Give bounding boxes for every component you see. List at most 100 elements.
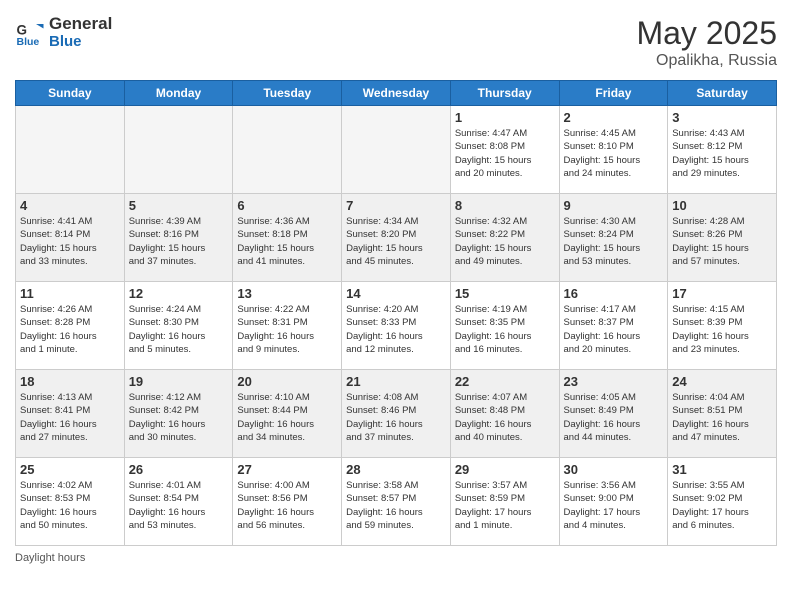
svg-text:G: G xyxy=(17,22,28,37)
logo-general: General xyxy=(49,15,112,34)
cal-cell: 7 Sunrise: 4:34 AM Sunset: 8:20 PM Daylig… xyxy=(342,194,451,282)
cal-cell xyxy=(342,106,451,194)
cal-cell: 2Sunrise: 4:45 AM Sunset: 8:10 PM Daylig… xyxy=(559,106,668,194)
day-header-thursday: Thursday xyxy=(450,81,559,106)
day-header-tuesday: Tuesday xyxy=(233,81,342,106)
cal-cell: 24 Sunrise: 4:04 AM Sunset: 8:51 PM Dayli… xyxy=(668,370,777,458)
cal-cell: 9Sunrise: 4:30 AM Sunset: 8:24 PM Daylig… xyxy=(559,194,668,282)
cell-info: Sunrise: 4:22 AM Sunset: 8:31 PM Dayligh… xyxy=(237,303,337,356)
cal-cell: 22 Sunrise: 4:07 AM Sunset: 8:48 PM Dayli… xyxy=(450,370,559,458)
cell-info: Sunrise: 3:56 AM Sunset: 9:00 PM Dayligh… xyxy=(564,479,664,532)
cell-info: Sunrise: 4:43 AM Sunset: 8:12 PM Dayligh… xyxy=(672,127,772,180)
day-number: 12 xyxy=(129,286,229,301)
day-number: 22 xyxy=(455,374,555,389)
cell-info: Sunrise: 4:10 AM Sunset: 8:44 PM Dayligh… xyxy=(237,391,337,444)
day-number: 11 xyxy=(20,286,120,301)
day-number: 15 xyxy=(455,286,555,301)
cell-info: Sunrise: 4:24 AM Sunset: 8:30 PM Dayligh… xyxy=(129,303,229,356)
cal-cell: 10 Sunrise: 4:28 AM Sunset: 8:26 PM Dayli… xyxy=(668,194,777,282)
footer-note: Daylight hours xyxy=(15,552,777,564)
day-header-wednesday: Wednesday xyxy=(342,81,451,106)
cell-info: Sunrise: 4:32 AM Sunset: 8:22 PM Dayligh… xyxy=(455,215,555,268)
day-header-saturday: Saturday xyxy=(668,81,777,106)
day-number: 23 xyxy=(564,374,664,389)
cell-info: Sunrise: 4:28 AM Sunset: 8:26 PM Dayligh… xyxy=(672,215,772,268)
title-block: May 2025 Opalikha, Russia xyxy=(636,15,777,70)
day-number: 24 xyxy=(672,374,772,389)
cal-cell xyxy=(16,106,125,194)
cal-cell: 13 Sunrise: 4:22 AM Sunset: 8:31 PM Dayli… xyxy=(233,282,342,370)
day-number: 6 xyxy=(237,198,337,213)
day-header-sunday: Sunday xyxy=(16,81,125,106)
day-number: 2 xyxy=(564,110,664,125)
day-number: 13 xyxy=(237,286,337,301)
day-number: 17 xyxy=(672,286,772,301)
cell-info: Sunrise: 4:05 AM Sunset: 8:49 PM Dayligh… xyxy=(564,391,664,444)
cal-cell: 14 Sunrise: 4:20 AM Sunset: 8:33 PM Dayli… xyxy=(342,282,451,370)
day-number: 27 xyxy=(237,462,337,477)
day-number: 7 xyxy=(346,198,446,213)
cal-cell: 20 Sunrise: 4:10 AM Sunset: 8:44 PM Dayli… xyxy=(233,370,342,458)
day-number: 26 xyxy=(129,462,229,477)
cal-cell: 4Sunrise: 4:41 AM Sunset: 8:14 PM Daylig… xyxy=(16,194,125,282)
cal-cell xyxy=(233,106,342,194)
day-number: 1 xyxy=(455,110,555,125)
day-header-friday: Friday xyxy=(559,81,668,106)
cal-cell: 18 Sunrise: 4:13 AM Sunset: 8:41 PM Dayli… xyxy=(16,370,125,458)
cell-info: Sunrise: 4:36 AM Sunset: 8:18 PM Dayligh… xyxy=(237,215,337,268)
day-number: 8 xyxy=(455,198,555,213)
cell-info: Sunrise: 4:04 AM Sunset: 8:51 PM Dayligh… xyxy=(672,391,772,444)
cell-info: Sunrise: 4:20 AM Sunset: 8:33 PM Dayligh… xyxy=(346,303,446,356)
day-number: 14 xyxy=(346,286,446,301)
cal-cell: 6 Sunrise: 4:36 AM Sunset: 8:18 PM Daylig… xyxy=(233,194,342,282)
cal-cell: 1Sunrise: 4:47 AM Sunset: 8:08 PM Daylig… xyxy=(450,106,559,194)
day-number: 19 xyxy=(129,374,229,389)
cell-info: Sunrise: 4:12 AM Sunset: 8:42 PM Dayligh… xyxy=(129,391,229,444)
day-number: 21 xyxy=(346,374,446,389)
cal-cell: 11 Sunrise: 4:26 AM Sunset: 8:28 PM Dayli… xyxy=(16,282,125,370)
header: G Blue General Blue May 2025 Opalikha, R… xyxy=(15,15,777,70)
day-number: 30 xyxy=(564,462,664,477)
cal-cell: 26 Sunrise: 4:01 AM Sunset: 8:54 PM Dayli… xyxy=(124,458,233,546)
cell-info: Sunrise: 4:26 AM Sunset: 8:28 PM Dayligh… xyxy=(20,303,120,356)
day-number: 25 xyxy=(20,462,120,477)
logo: G Blue General Blue xyxy=(15,15,112,50)
day-number: 10 xyxy=(672,198,772,213)
cell-info: Sunrise: 4:01 AM Sunset: 8:54 PM Dayligh… xyxy=(129,479,229,532)
cell-info: Sunrise: 4:02 AM Sunset: 8:53 PM Dayligh… xyxy=(20,479,120,532)
cal-cell: 25 Sunrise: 4:02 AM Sunset: 8:53 PM Dayli… xyxy=(16,458,125,546)
cal-cell: 19 Sunrise: 4:12 AM Sunset: 8:42 PM Dayli… xyxy=(124,370,233,458)
cell-info: Sunrise: 4:00 AM Sunset: 8:56 PM Dayligh… xyxy=(237,479,337,532)
calendar-table: SundayMondayTuesdayWednesdayThursdayFrid… xyxy=(15,80,777,546)
day-number: 18 xyxy=(20,374,120,389)
page: G Blue General Blue May 2025 Opalikha, R… xyxy=(0,0,792,612)
day-number: 4 xyxy=(20,198,120,213)
cal-cell: 3Sunrise: 4:43 AM Sunset: 8:12 PM Daylig… xyxy=(668,106,777,194)
day-number: 5 xyxy=(129,198,229,213)
cal-cell: 21 Sunrise: 4:08 AM Sunset: 8:46 PM Dayli… xyxy=(342,370,451,458)
cal-cell: 30 Sunrise: 3:56 AM Sunset: 9:00 PM Dayli… xyxy=(559,458,668,546)
cell-info: Sunrise: 4:34 AM Sunset: 8:20 PM Dayligh… xyxy=(346,215,446,268)
day-number: 29 xyxy=(455,462,555,477)
cal-cell: 27 Sunrise: 4:00 AM Sunset: 8:56 PM Dayli… xyxy=(233,458,342,546)
calendar-subtitle: Opalikha, Russia xyxy=(636,52,777,70)
cell-info: Sunrise: 4:17 AM Sunset: 8:37 PM Dayligh… xyxy=(564,303,664,356)
cell-info: Sunrise: 3:55 AM Sunset: 9:02 PM Dayligh… xyxy=(672,479,772,532)
cal-cell: 31 Sunrise: 3:55 AM Sunset: 9:02 PM Dayli… xyxy=(668,458,777,546)
cell-info: Sunrise: 3:58 AM Sunset: 8:57 PM Dayligh… xyxy=(346,479,446,532)
day-number: 20 xyxy=(237,374,337,389)
day-number: 31 xyxy=(672,462,772,477)
cell-info: Sunrise: 4:07 AM Sunset: 8:48 PM Dayligh… xyxy=(455,391,555,444)
cell-info: Sunrise: 4:15 AM Sunset: 8:39 PM Dayligh… xyxy=(672,303,772,356)
day-header-monday: Monday xyxy=(124,81,233,106)
svg-text:Blue: Blue xyxy=(17,36,40,48)
cal-cell: 17 Sunrise: 4:15 AM Sunset: 8:39 PM Dayli… xyxy=(668,282,777,370)
day-number: 28 xyxy=(346,462,446,477)
cell-info: Sunrise: 4:08 AM Sunset: 8:46 PM Dayligh… xyxy=(346,391,446,444)
calendar-title: May 2025 xyxy=(636,15,777,52)
cal-cell: 8 Sunrise: 4:32 AM Sunset: 8:22 PM Daylig… xyxy=(450,194,559,282)
cal-cell: 29Sunrise: 3:57 AM Sunset: 8:59 PM Dayli… xyxy=(450,458,559,546)
cal-cell: 28 Sunrise: 3:58 AM Sunset: 8:57 PM Dayli… xyxy=(342,458,451,546)
cell-info: Sunrise: 4:13 AM Sunset: 8:41 PM Dayligh… xyxy=(20,391,120,444)
day-number: 9 xyxy=(564,198,664,213)
